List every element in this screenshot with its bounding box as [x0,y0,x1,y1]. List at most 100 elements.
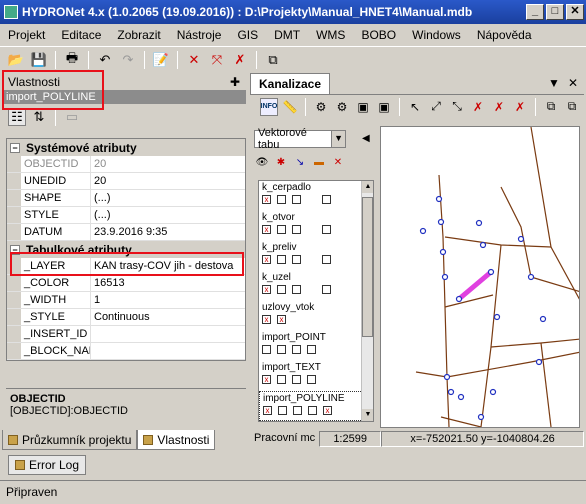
node-delete-icon[interactable]: ✗ [230,50,250,70]
tab-kanalizace[interactable]: Kanalizace [250,73,331,94]
property-row[interactable]: SHAPE (...) [7,190,245,207]
scroll-thumb[interactable] [362,197,373,337]
layer-list-scrollbar[interactable]: ▲ ▼ [361,181,373,421]
menu-gis[interactable]: GIS [229,28,266,42]
layer-type-select[interactable]: Vektorové tabu ▼ [254,127,346,151]
pin-icon[interactable]: ✚ [230,75,240,89]
layer-label-checkbox[interactable] [322,285,331,294]
line-icon[interactable]: ↘ [292,155,308,169]
move-icon[interactable]: ⤡ [448,98,466,116]
map-node[interactable] [517,235,525,243]
zoom-extent-icon[interactable]: ⚙ [333,98,351,116]
layer-visible-checkbox[interactable]: x [263,406,272,415]
sewer-network-map[interactable] [381,126,582,428]
map-node[interactable] [489,388,497,396]
layer-visible-checkbox[interactable]: x [262,285,271,294]
layer-item[interactable]: import_TEXT xx [259,361,373,391]
layer-visible-checkbox[interactable]: x [262,375,271,384]
property-row[interactable]: UNEDID 20 [7,173,245,190]
menu-dmt[interactable]: DMT [266,28,308,42]
menu-napoveda[interactable]: Nápověda [469,28,540,42]
layer-edit-checkbox[interactable] [292,345,301,354]
layer-label-checkbox[interactable] [322,225,331,234]
sort-alphabetical-icon[interactable]: ⇅ [30,108,48,126]
map-node[interactable] [527,273,535,281]
layer-select-checkbox[interactable]: x [277,315,286,324]
node-move-icon[interactable]: ⤧ [207,50,227,70]
tab-properties[interactable]: Vlastnosti [137,430,216,450]
category-system[interactable]: − Systémové atributy [7,139,245,156]
property-row[interactable]: _STYLE Continuous [7,309,245,326]
layer-item[interactable]: import_POINT [259,331,373,361]
layer-item-selected[interactable]: import_POLYLINE x x [259,391,373,421]
dropdown-icon[interactable]: ▼ [548,76,560,90]
map-node[interactable] [443,373,451,381]
delete-node-icon[interactable]: ✗ [469,98,487,116]
menu-windows[interactable]: Windows [404,28,469,42]
redo-icon[interactable]: ↷ [118,50,138,70]
collapse-icon[interactable]: − [10,142,20,153]
categorized-icon[interactable]: ☷ [8,108,26,126]
layer-visible-checkbox[interactable]: x [262,225,271,234]
minimize-button[interactable]: _ [526,4,544,20]
map-node[interactable] [477,413,485,421]
collapse-left-icon[interactable]: ◀ [362,133,370,144]
info-icon[interactable]: INFO [260,97,278,116]
chevron-down-icon[interactable]: ▼ [331,131,345,147]
map-canvas[interactable] [380,126,582,428]
property-row[interactable]: _COLOR 16513 [7,275,245,292]
property-row[interactable]: _INSERT_ID [7,326,245,343]
edit-note-icon[interactable]: 📝 [151,50,171,70]
layer-select-checkbox[interactable] [277,285,286,294]
map-node[interactable] [493,313,501,321]
map-node[interactable] [441,273,449,281]
layer-snap-checkbox[interactable] [307,345,316,354]
layer-select-checkbox[interactable] [277,225,286,234]
map-node[interactable] [457,393,465,401]
layer-edit-checkbox[interactable] [292,255,301,264]
property-pages-icon[interactable]: ▭ [63,108,81,126]
layer-select-checkbox[interactable] [278,406,287,415]
layer-select-checkbox[interactable] [277,255,286,264]
map-node[interactable] [435,195,443,203]
layer-select-checkbox[interactable] [277,195,286,204]
layer-edit-checkbox[interactable] [292,375,301,384]
close-button[interactable]: ✕ [566,4,584,20]
layer-visible-checkbox[interactable]: x [262,195,271,204]
print-icon[interactable]: 🖶 [62,50,82,70]
property-row[interactable]: STYLE (...) [7,207,245,224]
scroll-down-icon[interactable]: ▼ [362,409,373,421]
map-node[interactable] [479,241,487,249]
import-icon[interactable]: ⧉ [563,98,581,116]
layer-visible-checkbox[interactable] [262,345,271,354]
edit-vertex-icon[interactable]: ⤢ [427,98,445,116]
map-node[interactable] [439,248,447,256]
layer-select-checkbox[interactable] [277,375,286,384]
layer-edit-checkbox[interactable] [292,225,301,234]
menu-zobrazit[interactable]: Zobrazit [109,28,168,42]
menu-wms[interactable]: WMS [308,28,353,42]
map-node[interactable] [487,268,495,276]
property-row[interactable]: _BLOCK_NAM [7,343,245,360]
menu-editace[interactable]: Editace [53,28,109,42]
layer-label-checkbox[interactable]: x [323,406,332,415]
layer-snap-checkbox[interactable] [308,406,317,415]
close-icon[interactable]: ✕ [568,76,578,90]
scroll-up-icon[interactable]: ▲ [362,181,373,193]
save-icon[interactable]: 💾 [29,50,49,70]
layer-edit-checkbox[interactable] [293,406,302,415]
layer-select-checkbox[interactable] [277,345,286,354]
map-node[interactable] [419,227,427,235]
property-row[interactable]: DATUM 23.9.2016 9:35 [7,224,245,241]
tab-project-explorer[interactable]: Průzkumník projektu [2,430,138,450]
map-node[interactable] [437,218,445,226]
polygon-icon[interactable]: ▬ [311,155,327,169]
property-row[interactable]: _WIDTH 1 [7,292,245,309]
marker-icon[interactable]: ✱ [273,155,289,169]
layer-edit-checkbox[interactable] [292,195,301,204]
property-row[interactable]: OBJECTID 20 [7,156,245,173]
zoom-window-icon[interactable]: ▣ [354,98,372,116]
map-scale[interactable]: 1:2599 [319,431,382,447]
layer-edit-checkbox[interactable] [292,285,301,294]
menu-projekt[interactable]: Projekt [0,28,53,42]
